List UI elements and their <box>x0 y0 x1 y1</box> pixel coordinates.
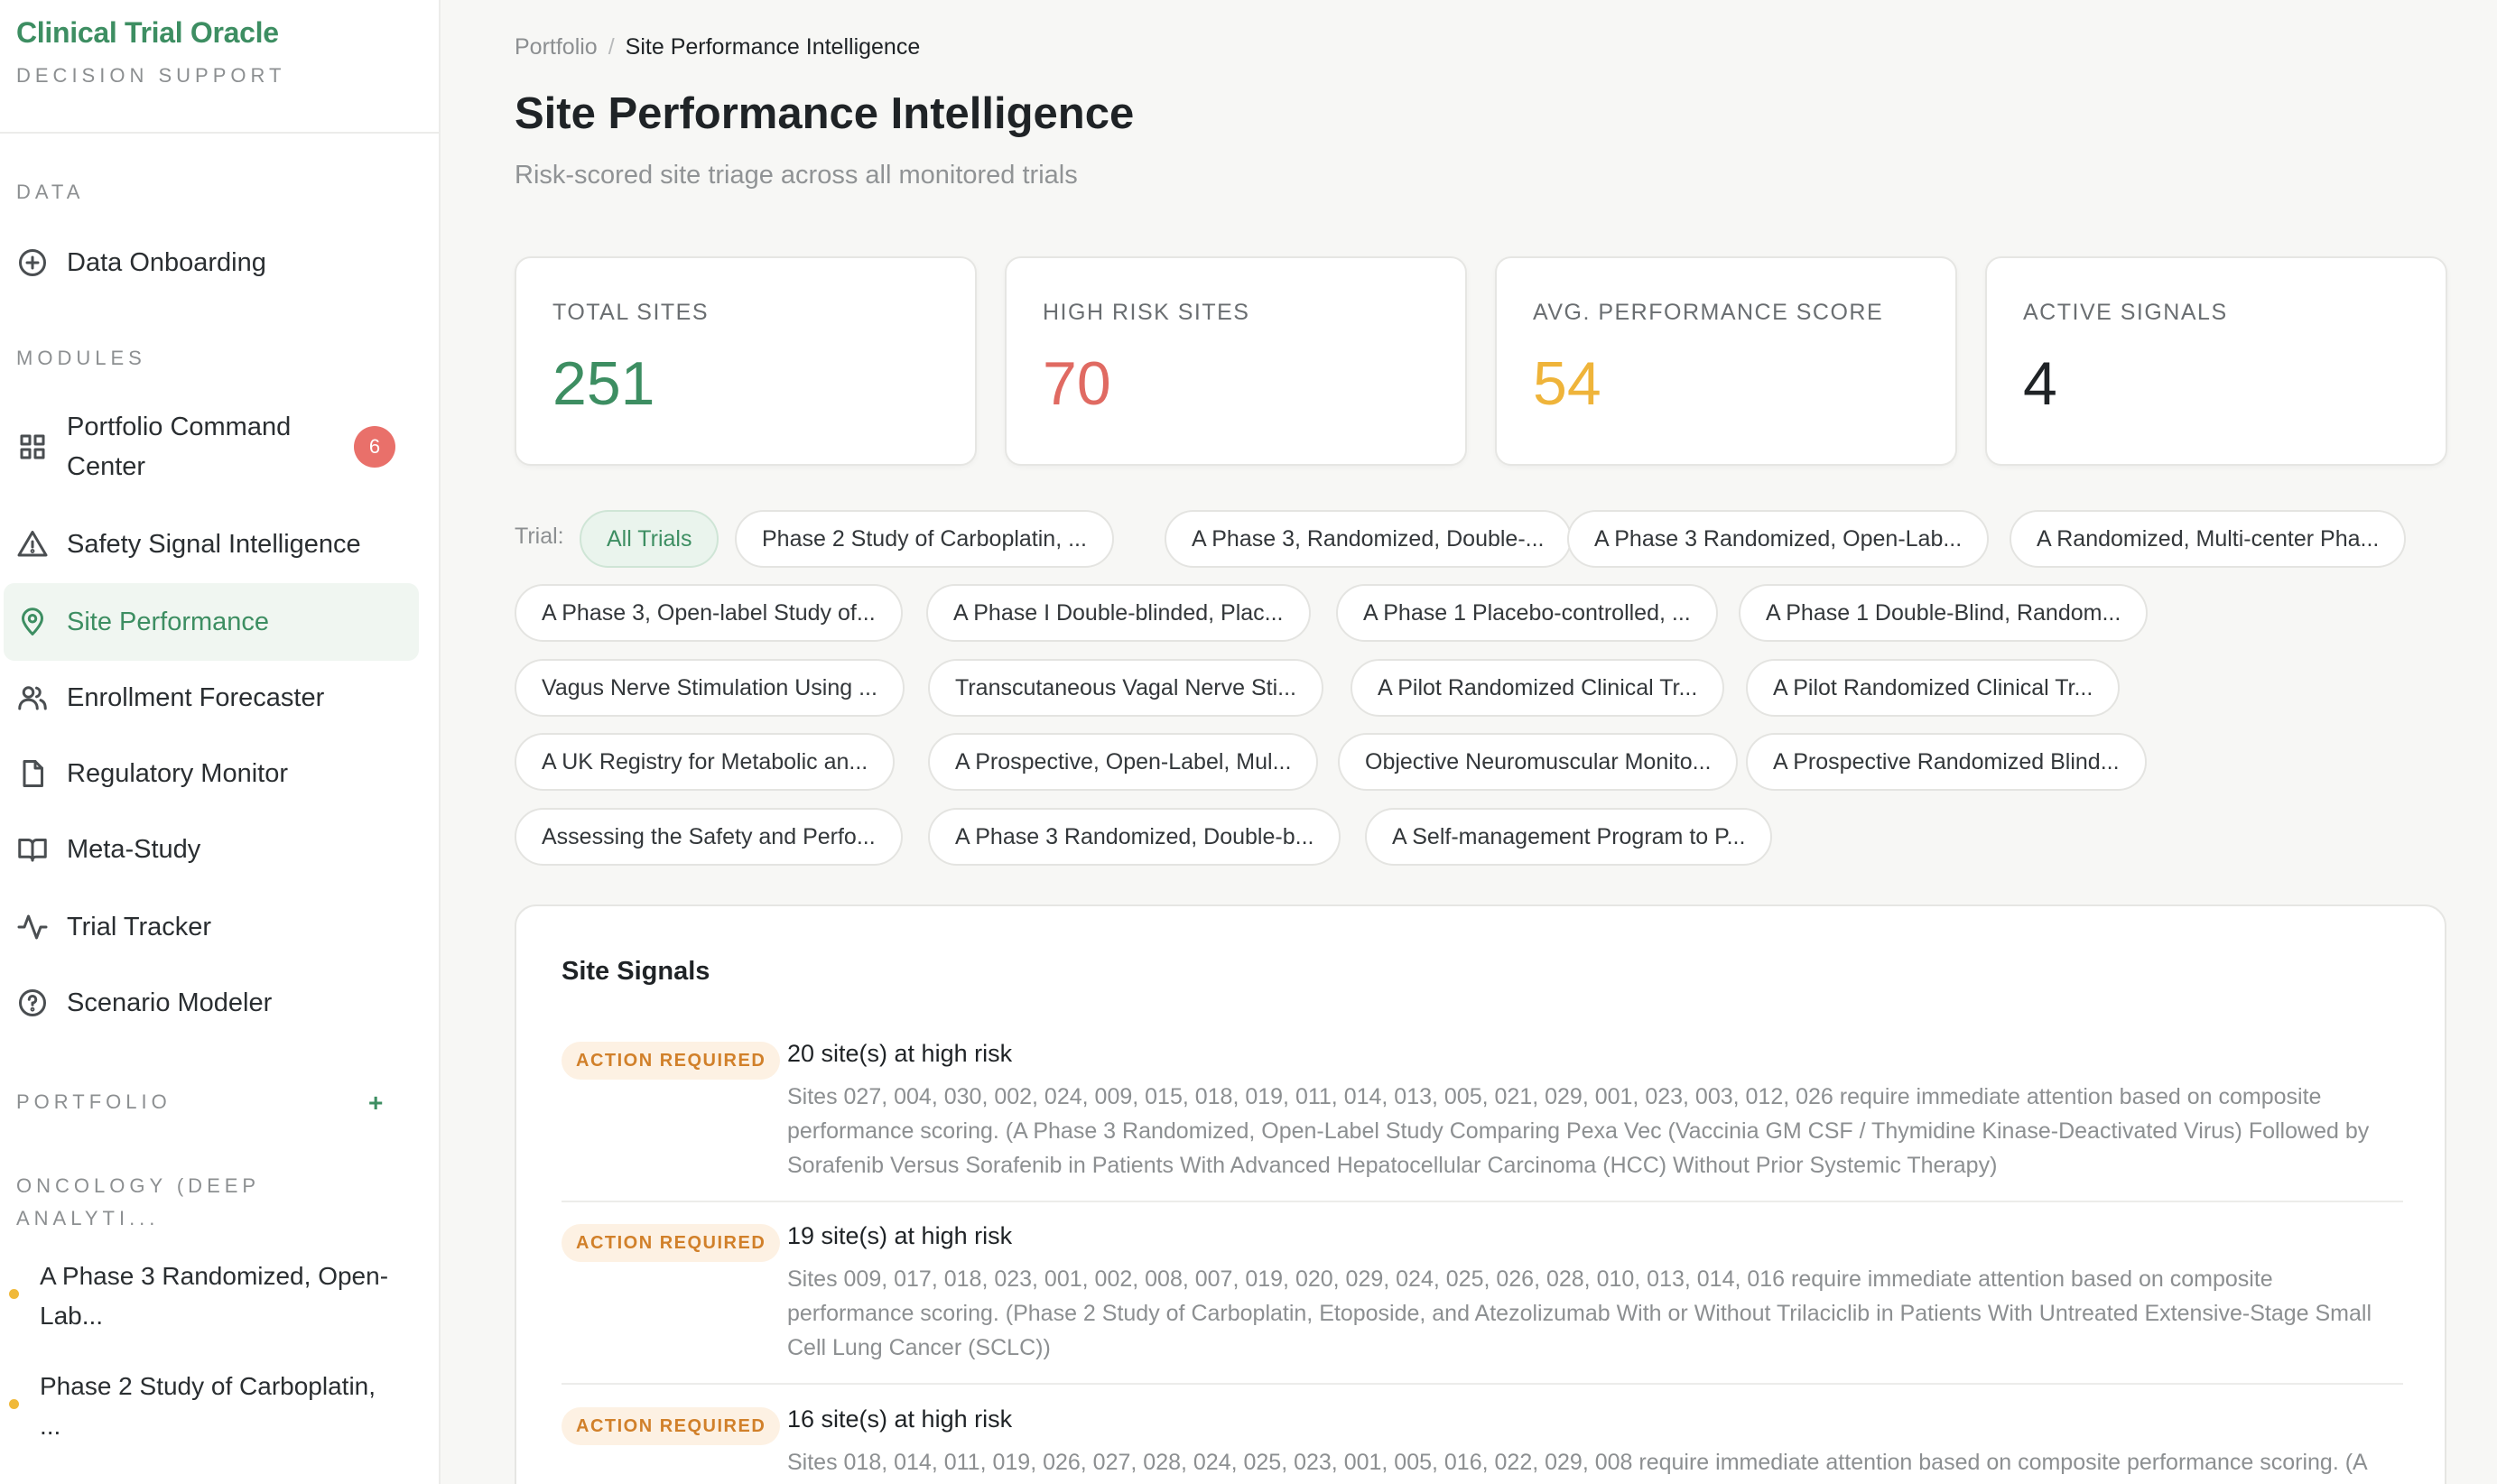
brand-title: Clinical Trial Oracle <box>16 16 279 49</box>
signal-item[interactable]: ACTION REQUIRED 16 site(s) at high risk … <box>562 1405 2403 1484</box>
trial-chip[interactable]: Assessing the Safety and Perfo... <box>515 808 903 866</box>
breadcrumb-root[interactable]: Portfolio <box>515 34 598 60</box>
trial-chip[interactable]: A Phase 3, Randomized, Double-... <box>1165 510 1572 568</box>
sidebar-item-regulatory-monitor[interactable]: Regulatory Monitor <box>4 735 419 812</box>
trial-chip[interactable]: Vagus Nerve Stimulation Using ... <box>515 659 905 717</box>
breadcrumb-separator: / <box>608 34 615 60</box>
book-icon <box>16 833 49 866</box>
stat-value: 251 <box>552 349 655 418</box>
sidebar-item-enrollment-forecaster[interactable]: Enrollment Forecaster <box>4 659 419 737</box>
trial-chip[interactable]: A Phase 3 Randomized, Open-Lab... <box>1567 510 1990 568</box>
stat-card-total-sites: TOTAL SITES 251 <box>515 256 977 466</box>
sidebar-item-meta-study[interactable]: Meta-Study <box>4 811 419 888</box>
users-icon <box>16 682 49 714</box>
stat-card-high-risk-sites: HIGH RISK SITES 70 <box>1005 256 1467 466</box>
plus-circle-icon <box>16 246 49 279</box>
sidebar: Clinical Trial Oracle DECISION SUPPORT D… <box>0 0 441 1484</box>
site-signals-panel: Site Signals ACTION REQUIRED 20 site(s) … <box>515 904 2446 1484</box>
trial-chip[interactable]: A Pilot Randomized Clinical Tr... <box>1351 659 1725 717</box>
stat-label: TOTAL SITES <box>552 300 710 325</box>
trial-chip[interactable]: Transcutaneous Vagal Nerve Sti... <box>928 659 1323 717</box>
stat-card-avg-performance-score: AVG. PERFORMANCE SCORE 54 <box>1495 256 1957 466</box>
section-label-modules: MODULES <box>16 347 146 369</box>
trial-chip[interactable]: A Prospective Randomized Blind... <box>1746 733 2147 791</box>
portfolio-group-label: ONCOLOGY (DEEP ANALYTI... <box>16 1174 260 1229</box>
status-dot <box>9 1289 19 1299</box>
sidebar-item-portfolio-command-center[interactable]: Portfolio Command Center 6 <box>4 406 419 487</box>
status-badge: ACTION REQUIRED <box>562 1224 781 1262</box>
signal-item[interactable]: ACTION REQUIRED 19 site(s) at high risk … <box>562 1222 2403 1363</box>
trial-chip[interactable]: A Phase 1 Placebo-controlled, ... <box>1336 584 1718 642</box>
stat-label: HIGH RISK SITES <box>1043 300 1250 325</box>
portfolio-item-label: A Phase 3 Randomized, Open-Lab... <box>40 1262 389 1330</box>
status-badge: ACTION REQUIRED <box>562 1407 781 1445</box>
grid-icon <box>16 431 49 463</box>
sidebar-item-data-onboarding[interactable]: Data Onboarding <box>4 224 419 301</box>
section-label-portfolio: PORTFOLIO <box>16 1090 172 1113</box>
trial-chip[interactable]: A Phase I Double-blinded, Plac... <box>926 584 1311 642</box>
sidebar-item-label: Safety Signal Intelligence <box>67 530 361 559</box>
trial-chip[interactable]: A UK Registry for Metabolic an... <box>515 733 896 791</box>
add-portfolio-button[interactable]: + <box>368 1089 383 1118</box>
sidebar-item-safety-signal-intelligence[interactable]: Safety Signal Intelligence <box>4 505 419 583</box>
trial-chip[interactable]: A Randomized, Multi-center Pha... <box>2010 510 2407 568</box>
sidebar-item-label: Data Onboarding <box>67 248 266 277</box>
sidebar-item-label: Regulatory Monitor <box>67 759 288 788</box>
section-label-data: DATA <box>16 181 85 203</box>
signal-heading: 20 site(s) at high risk <box>787 1040 1013 1067</box>
trial-filter-label: Trial: <box>515 524 564 549</box>
help-circle-icon <box>16 987 49 1019</box>
sidebar-item-label: Meta-Study <box>67 835 201 864</box>
trial-chip[interactable]: Phase 2 Study of Carboplatin, ... <box>735 510 1114 568</box>
page-title: Site Performance Intelligence <box>515 89 1135 138</box>
sidebar-item-label: Scenario Modeler <box>67 988 273 1017</box>
page-subtitle: Risk-scored site triage across all monit… <box>515 161 1078 190</box>
brand-subtitle: DECISION SUPPORT <box>16 64 286 87</box>
trial-chip[interactable]: A Phase 3, Open-label Study of... <box>515 584 903 642</box>
activity-icon <box>16 911 49 943</box>
signal-divider <box>562 1383 2403 1385</box>
trial-chip[interactable]: A Pilot Randomized Clinical Tr... <box>1746 659 2121 717</box>
trial-chip[interactable]: A Self-management Program to P... <box>1365 808 1773 866</box>
sidebar-item-label: Trial Tracker <box>67 913 212 941</box>
status-badge: ACTION REQUIRED <box>562 1042 781 1080</box>
stat-value: 4 <box>2023 349 2057 418</box>
trial-chip[interactable]: A Prospective, Open-Label, Mul... <box>928 733 1319 791</box>
stat-value: 70 <box>1043 349 1111 418</box>
breadcrumb-current: Site Performance Intelligence <box>625 34 921 60</box>
map-pin-icon <box>16 606 49 638</box>
stat-value: 54 <box>1533 349 1601 418</box>
warning-triangle-icon <box>16 528 49 561</box>
sidebar-item-scenario-modeler[interactable]: Scenario Modeler <box>4 964 419 1042</box>
sidebar-item-trial-tracker[interactable]: Trial Tracker <box>4 888 419 966</box>
signal-body: Sites 027, 004, 030, 002, 024, 009, 015,… <box>787 1084 2370 1178</box>
trial-chip[interactable]: Objective Neuromuscular Monito... <box>1338 733 1739 791</box>
signal-heading: 16 site(s) at high risk <box>787 1405 1013 1433</box>
status-dot <box>9 1399 19 1409</box>
signal-divider <box>562 1201 2403 1202</box>
signal-body: Sites 009, 017, 018, 023, 001, 002, 008,… <box>787 1266 2372 1360</box>
trial-chip[interactable]: A Phase 3 Randomized, Double-b... <box>928 808 1341 866</box>
sidebar-item-label: Site Performance <box>67 608 270 636</box>
stat-label: ACTIVE SIGNALS <box>2023 300 2228 325</box>
trial-chip[interactable]: A Phase 1 Double-Blind, Random... <box>1739 584 2149 642</box>
stat-card-active-signals: ACTIVE SIGNALS 4 <box>1985 256 2447 466</box>
stat-label: AVG. PERFORMANCE SCORE <box>1533 300 1884 325</box>
brand[interactable]: Clinical Trial Oracle DECISION SUPPORT <box>16 16 285 88</box>
signal-body: Sites 018, 014, 011, 019, 026, 027, 028,… <box>787 1450 2368 1475</box>
sidebar-item-site-performance[interactable]: Site Performance <box>4 583 419 661</box>
breadcrumb: Portfolio / Site Performance Intelligence <box>515 34 920 60</box>
trial-chip-all[interactable]: All Trials <box>580 510 719 568</box>
document-icon <box>16 757 49 790</box>
site-signals-title: Site Signals <box>562 957 710 986</box>
notification-badge: 6 <box>354 426 395 468</box>
signal-item[interactable]: ACTION REQUIRED 20 site(s) at high risk … <box>562 1040 2403 1181</box>
sidebar-item-label: Enrollment Forecaster <box>67 683 325 712</box>
signal-heading: 19 site(s) at high risk <box>787 1222 1013 1249</box>
sidebar-divider <box>0 132 439 134</box>
portfolio-item-label: Phase 2 Study of Carboplatin, ... <box>40 1372 376 1440</box>
sidebar-item-label: Portfolio Command Center <box>67 413 292 481</box>
